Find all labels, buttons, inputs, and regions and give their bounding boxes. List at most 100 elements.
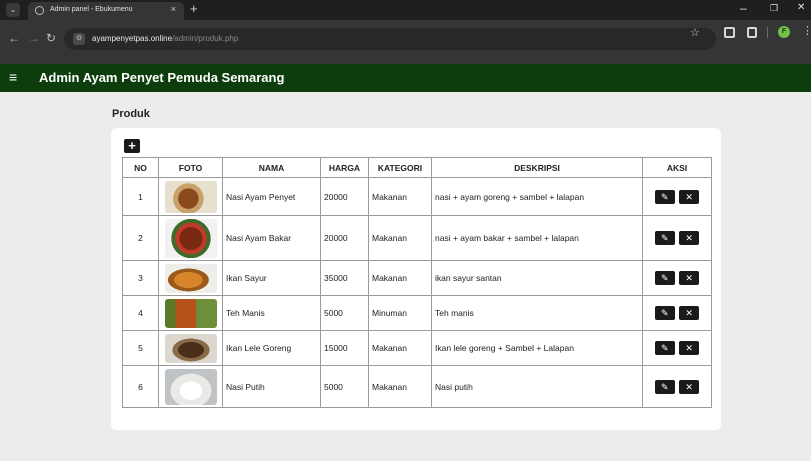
- column-header-aksi: AKSI: [642, 157, 712, 178]
- hamburger-menu-icon[interactable]: ≡: [9, 69, 17, 85]
- tab-close-icon[interactable]: ×: [171, 4, 176, 14]
- extension-icon[interactable]: [724, 27, 735, 38]
- toolbar-divider: [767, 27, 768, 38]
- cell-harga: 20000: [320, 177, 369, 216]
- cell-no: 6: [122, 365, 159, 408]
- edit-icon[interactable]: ✎: [654, 306, 675, 320]
- globe-icon: [35, 6, 44, 15]
- table-row: 1 Nasi Ayam Penyet 20000 Makanan nasi + …: [122, 177, 712, 216]
- cell-kategori: Makanan: [368, 260, 432, 296]
- edit-icon[interactable]: ✎: [654, 271, 675, 285]
- delete-icon[interactable]: ✕: [679, 231, 700, 245]
- cell-aksi: ✎ ✕: [642, 365, 712, 408]
- cell-aksi: ✎ ✕: [642, 260, 712, 296]
- cell-kategori: Makanan: [368, 365, 432, 408]
- cell-kategori: Makanan: [368, 215, 432, 261]
- table-row: 2 Nasi Ayam Bakar 20000 Makanan nasi + a…: [122, 215, 712, 261]
- cell-foto: [158, 295, 223, 331]
- cell-deskripsi: Ikan lele goreng + Sambel + Lalapan: [431, 330, 643, 366]
- cell-no: 5: [122, 330, 159, 366]
- window-close-button[interactable]: ✕: [797, 2, 805, 13]
- cell-foto: [158, 260, 223, 296]
- table-row: 4 Teh Manis 5000 Minuman Teh manis ✎ ✕: [122, 295, 712, 331]
- cell-nama: Ikan Lele Goreng: [222, 330, 321, 366]
- product-photo: [164, 218, 217, 258]
- cell-kategori: Makanan: [368, 177, 432, 216]
- cell-aksi: ✎ ✕: [642, 177, 712, 216]
- cell-nama: Nasi Putih: [222, 365, 321, 408]
- cell-kategori: Makanan: [368, 330, 432, 366]
- column-header-no: NO: [122, 157, 159, 178]
- reload-icon[interactable]: ↻: [46, 31, 56, 45]
- cell-nama: Nasi Ayam Bakar: [222, 215, 321, 261]
- new-tab-button[interactable]: +: [190, 1, 198, 16]
- browser-menu-icon[interactable]: ⋮: [802, 24, 811, 37]
- edit-icon[interactable]: ✎: [654, 379, 675, 394]
- column-header-kategori: KATEGORI: [368, 157, 432, 178]
- column-header-deskripsi: DESKRIPSI: [431, 157, 643, 178]
- browser-tab[interactable]: Admin panel - Ebukumenu ×: [28, 2, 184, 20]
- cell-nama: Nasi Ayam Penyet: [222, 177, 321, 216]
- product-photo: [164, 368, 217, 405]
- delete-icon[interactable]: ✕: [679, 341, 700, 355]
- cell-harga: 35000: [320, 260, 369, 296]
- tab-search-icon[interactable]: ⌄: [6, 3, 20, 17]
- cell-nama: Teh Manis: [222, 295, 321, 331]
- cell-harga: 5000: [320, 365, 369, 408]
- url-text[interactable]: ayampenyetpas.online/admin/produk.php: [92, 34, 238, 43]
- cell-no: 1: [122, 177, 159, 216]
- column-header-nama: NAMA: [222, 157, 321, 178]
- cell-harga: 15000: [320, 330, 369, 366]
- table-row: 5 Ikan Lele Goreng 15000 Makanan Ikan le…: [122, 330, 712, 366]
- app-title: Admin Ayam Penyet Pemuda Semarang: [39, 70, 285, 85]
- cell-harga: 20000: [320, 215, 369, 261]
- product-photo: [164, 180, 217, 213]
- cell-foto: [158, 365, 223, 408]
- delete-icon[interactable]: ✕: [679, 189, 700, 204]
- product-photo: [164, 298, 217, 328]
- edit-icon[interactable]: ✎: [654, 189, 675, 204]
- cell-deskripsi: nasi + ayam bakar + sambel + lalapan: [431, 215, 643, 261]
- product-table: NO FOTO NAMA HARGA KATEGORI DESKRIPSI AK…: [122, 157, 712, 408]
- table-row: 3 Ikan Sayur 35000 Makanan ikan sayur sa…: [122, 260, 712, 296]
- browser-tab-strip: ⌄ Admin panel - Ebukumenu × + – ❐ ✕: [0, 0, 811, 20]
- add-product-button[interactable]: +: [124, 139, 140, 153]
- cell-deskripsi: Teh manis: [431, 295, 643, 331]
- url-path: /admin/produk.php: [172, 34, 239, 43]
- cell-deskripsi: Nasi putih: [431, 365, 643, 408]
- cell-no: 2: [122, 215, 159, 261]
- tab-title: Admin panel - Ebukumenu: [50, 6, 133, 13]
- url-host: ayampenyetpas.online: [92, 34, 173, 43]
- column-header-foto: FOTO: [158, 157, 223, 178]
- cell-no: 3: [122, 260, 159, 296]
- cell-deskripsi: nasi + ayam goreng + sambel + lalapan: [431, 177, 643, 216]
- address-bar[interactable]: ⚙ ayampenyetpas.online/admin/produk.php: [64, 28, 716, 50]
- window-restore-button[interactable]: ❐: [770, 3, 778, 14]
- cell-nama: Ikan Sayur: [222, 260, 321, 296]
- edit-icon[interactable]: ✎: [654, 231, 675, 245]
- cell-foto: [158, 215, 223, 261]
- back-arrow-icon[interactable]: ←: [8, 31, 20, 45]
- delete-icon[interactable]: ✕: [679, 379, 700, 394]
- cell-aksi: ✎ ✕: [642, 215, 712, 261]
- product-photo: [164, 333, 217, 363]
- profile-avatar[interactable]: F: [778, 26, 790, 38]
- cell-foto: [158, 177, 223, 216]
- delete-icon[interactable]: ✕: [679, 271, 700, 285]
- app-header: ≡ Admin Ayam Penyet Pemuda Semarang: [0, 64, 811, 92]
- cell-aksi: ✎ ✕: [642, 330, 712, 366]
- cell-aksi: ✎ ✕: [642, 295, 712, 331]
- edit-icon[interactable]: ✎: [654, 341, 675, 355]
- table-row: 6 Nasi Putih 5000 Makanan Nasi putih ✎ ✕: [122, 365, 712, 408]
- delete-icon[interactable]: ✕: [679, 306, 700, 320]
- table-body: 1 Nasi Ayam Penyet 20000 Makanan nasi + …: [122, 177, 712, 408]
- cell-foto: [158, 330, 223, 366]
- table-header-row: NO FOTO NAMA HARGA KATEGORI DESKRIPSI AK…: [122, 157, 712, 178]
- bookmark-star-icon[interactable]: ☆: [690, 26, 700, 39]
- product-photo: [164, 263, 217, 293]
- extensions-puzzle-icon[interactable]: [747, 27, 757, 38]
- forward-arrow-icon[interactable]: →: [28, 31, 40, 45]
- window-minimize-button[interactable]: –: [740, 1, 747, 15]
- site-info-icon[interactable]: ⚙: [73, 33, 85, 45]
- page-title: Produk: [112, 108, 150, 120]
